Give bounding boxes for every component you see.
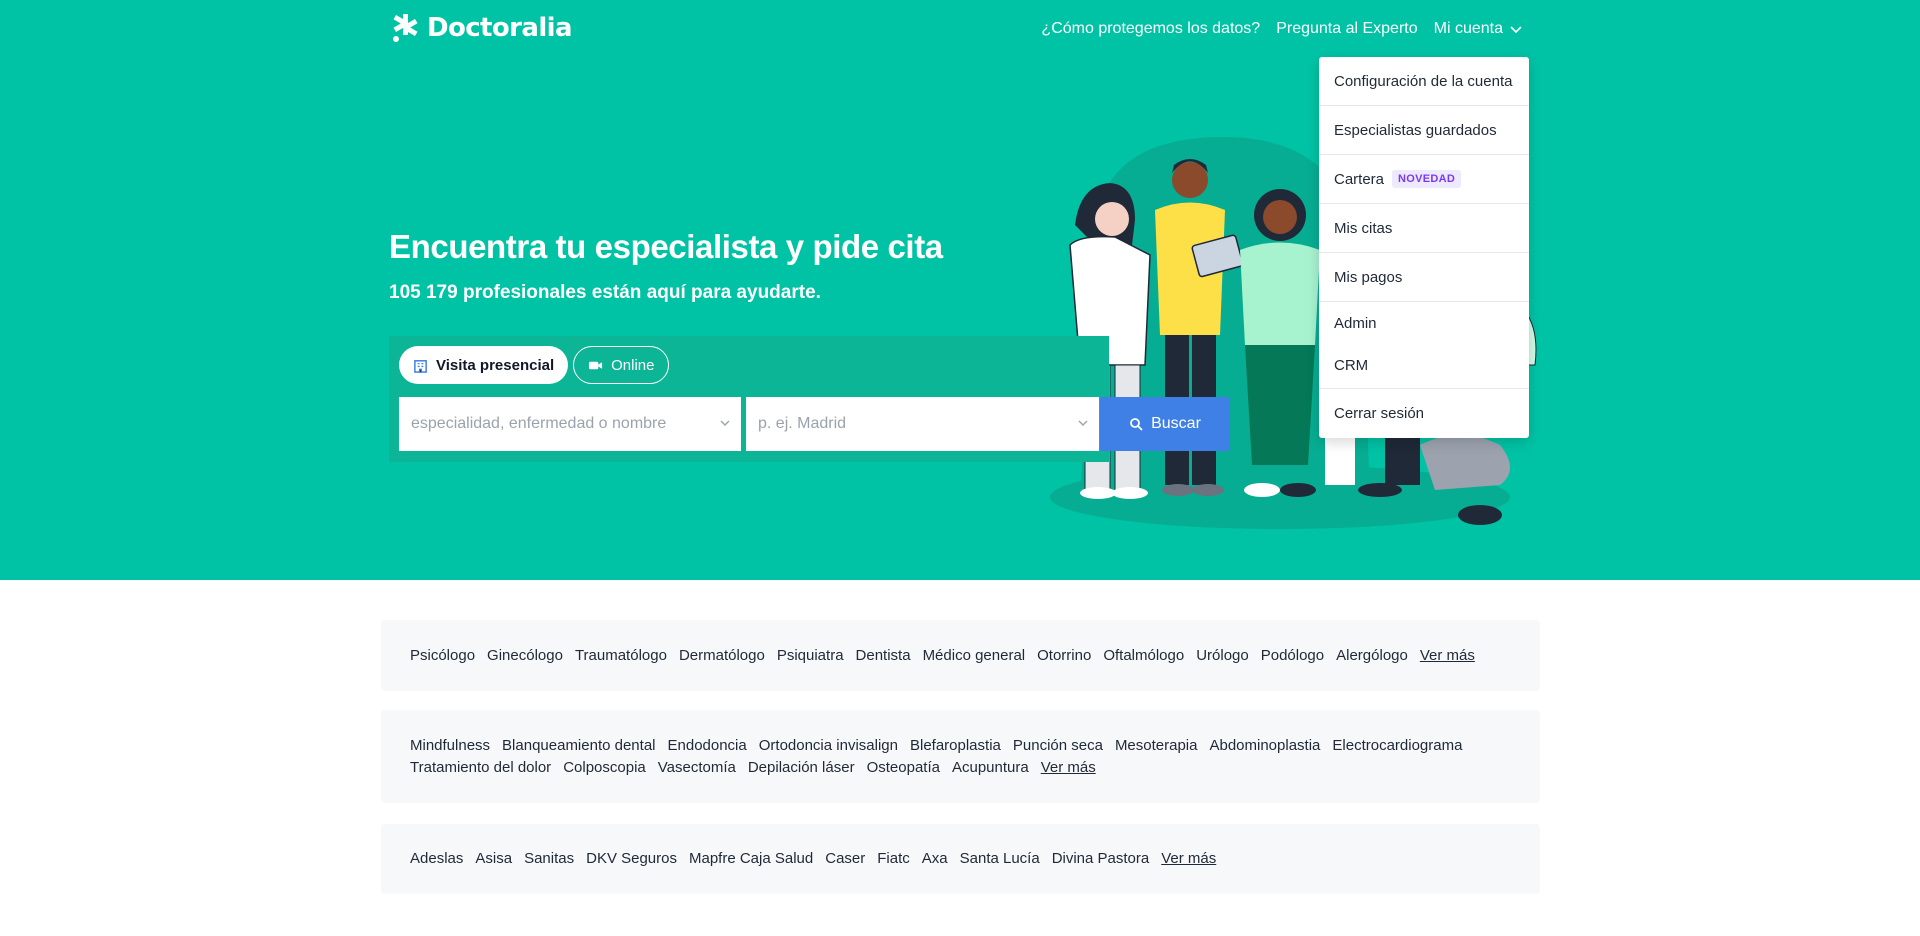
specialty-search-input[interactable]: especialidad, enfermedad o nombre [399, 397, 741, 451]
specialty-link[interactable]: Ginecólogo [487, 647, 563, 665]
treatment-link[interactable]: Depilación láser [748, 759, 855, 777]
treatments-list: Mindfulness Blanqueamiento dental Endodo… [410, 737, 1500, 777]
menu-item-saved-specialists[interactable]: Especialistas guardados [1319, 106, 1529, 155]
menu-item-label: Cartera [1334, 170, 1385, 188]
menu-item-admin[interactable]: Admin [1319, 304, 1529, 342]
specialty-link[interactable]: Podólogo [1261, 647, 1324, 665]
location-placeholder: p. ej. Madrid [758, 415, 847, 432]
insurer-link[interactable]: Divina Pastora [1052, 850, 1150, 868]
visit-type-tabs: Visita presencial Online [399, 346, 670, 384]
location-search-input[interactable]: p. ej. Madrid [746, 397, 1099, 451]
hero-title: Encuentra tu especialista y pide cita [389, 228, 943, 265]
my-account-label: Mi cuenta [1433, 20, 1503, 37]
insurers-bar: Adeslas Asisa Sanitas DKV Seguros Mapfre… [381, 824, 1540, 894]
building-icon [414, 359, 427, 373]
treatment-link[interactable]: Blefaroplastia [910, 737, 1001, 755]
insurer-link[interactable]: Mapfre Caja Salud [689, 850, 813, 868]
tab-online[interactable]: Online [573, 346, 670, 384]
tab-in-person-label: Visita presencial [436, 356, 555, 374]
menu-item-label: CRM [1334, 356, 1369, 374]
specialty-link[interactable]: Psiquiatra [777, 647, 844, 665]
treatment-link[interactable]: Blanqueamiento dental [502, 737, 655, 755]
specialty-link[interactable]: Médico general [923, 647, 1026, 665]
chevron-down-icon [1078, 420, 1088, 426]
treatment-link[interactable]: Ortodoncia invisalign [759, 737, 898, 755]
hero-subtitle: 105 179 profesionales están aquí para ay… [389, 282, 821, 303]
my-account-menu[interactable]: Mi cuenta [1434, 20, 1523, 38]
insurer-link[interactable]: Fiatc [877, 850, 910, 868]
new-badge: NOVEDAD [1392, 170, 1462, 188]
menu-item-logout[interactable]: Cerrar sesión [1319, 389, 1529, 438]
search-button-label: Buscar [1151, 415, 1201, 432]
specialty-link[interactable]: Psicólogo [410, 647, 475, 665]
menu-item-account-settings[interactable]: Configuración de la cuenta [1319, 57, 1529, 106]
treatment-link[interactable]: Mindfulness [410, 737, 490, 755]
treatment-link[interactable]: Electrocardiograma [1332, 737, 1462, 755]
specialty-placeholder: especialidad, enfermedad o nombre [411, 415, 667, 432]
insurer-link[interactable]: Axa [922, 850, 948, 868]
menu-item-label: Cerrar sesión [1334, 405, 1425, 422]
treatment-link[interactable]: Vasectomía [658, 759, 736, 777]
treatments-bar: Mindfulness Blanqueamiento dental Endodo… [381, 710, 1540, 803]
treatment-link[interactable]: Mesoterapia [1115, 737, 1198, 755]
menu-item-my-payments[interactable]: Mis pagos [1319, 253, 1529, 302]
account-dropdown-menu: Configuración de la cuenta Especialistas… [1319, 57, 1529, 438]
insurers-see-more-link[interactable]: Ver más [1161, 850, 1216, 868]
specialties-list: Psicólogo Ginecólogo Traumatólogo Dermat… [410, 647, 1475, 665]
treatment-link[interactable]: Abdominoplastia [1209, 737, 1320, 755]
video-camera-icon [589, 361, 603, 369]
treatment-link[interactable]: Osteopatía [867, 759, 940, 777]
treatments-see-more-link[interactable]: Ver más [1041, 759, 1096, 777]
specialty-link[interactable]: Otorrino [1037, 647, 1091, 665]
chevron-down-icon [1510, 26, 1522, 34]
top-navigation: ¿Cómo protegemos los datos? Pregunta al … [1041, 20, 1523, 38]
search-button[interactable]: Buscar [1100, 397, 1230, 451]
insurer-link[interactable]: Caser [825, 850, 865, 868]
tab-online-label: Online [611, 356, 655, 374]
specialty-link[interactable]: Dentista [856, 647, 911, 665]
treatment-link[interactable]: Punción seca [1013, 737, 1103, 755]
menu-item-label: Configuración de la cuenta [1334, 72, 1513, 90]
insurers-list: Adeslas Asisa Sanitas DKV Seguros Mapfre… [410, 850, 1216, 868]
menu-item-label: Mis citas [1334, 219, 1393, 237]
menu-item-label: Admin [1334, 314, 1377, 332]
brand-name: Doctoralia [427, 13, 572, 43]
specialty-link[interactable]: Oftalmólogo [1103, 647, 1184, 665]
search-icon [1130, 418, 1143, 431]
chevron-down-icon [720, 420, 730, 426]
hero-section: Doctoralia ¿Cómo protegemos los datos? P… [0, 0, 1920, 580]
insurer-link[interactable]: Santa Lucía [960, 850, 1040, 868]
treatment-link[interactable]: Endodoncia [668, 737, 747, 755]
treatment-link[interactable]: Acupuntura [952, 759, 1029, 777]
treatment-link[interactable]: Colposcopia [563, 759, 646, 777]
specialty-link[interactable]: Dermatólogo [679, 647, 765, 665]
menu-item-label: Mis pagos [1334, 268, 1403, 286]
specialty-link[interactable]: Traumatólogo [575, 647, 667, 665]
brand-logo[interactable]: Doctoralia [389, 12, 572, 44]
menu-item-wallet[interactable]: Cartera NOVEDAD [1319, 155, 1529, 204]
search-panel: Visita presencial Online especialidad, e… [389, 336, 1230, 462]
insurer-link[interactable]: DKV Seguros [586, 850, 677, 868]
treatment-link[interactable]: Tratamiento del dolor [410, 759, 551, 777]
insurer-link[interactable]: Asisa [475, 850, 512, 868]
insurer-link[interactable]: Sanitas [524, 850, 574, 868]
ask-expert-link[interactable]: Pregunta al Experto [1276, 20, 1417, 38]
menu-item-label: Especialistas guardados [1334, 121, 1497, 139]
doctoralia-logo-icon [393, 14, 418, 42]
specialty-link[interactable]: Alergólogo [1336, 647, 1408, 665]
menu-item-my-appointments[interactable]: Mis citas [1319, 204, 1529, 253]
tab-in-person-visit[interactable]: Visita presencial [399, 346, 569, 384]
specialties-see-more-link[interactable]: Ver más [1420, 647, 1475, 665]
specialties-bar: Psicólogo Ginecólogo Traumatólogo Dermat… [381, 620, 1540, 691]
specialty-link[interactable]: Urólogo [1196, 647, 1249, 665]
privacy-link[interactable]: ¿Cómo protegemos los datos? [1041, 20, 1260, 38]
insurer-link[interactable]: Adeslas [410, 850, 463, 868]
menu-item-crm[interactable]: CRM [1319, 342, 1529, 389]
